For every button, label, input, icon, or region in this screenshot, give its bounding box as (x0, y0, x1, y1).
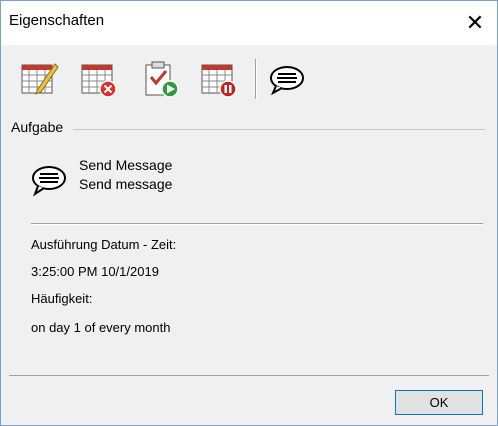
execution-label: Ausführung Datum - Zeit: (31, 237, 177, 252)
message-icon (29, 163, 69, 200)
title-bar: Eigenschaften ✕ (1, 1, 497, 45)
delete-schedule-icon[interactable] (77, 57, 121, 101)
ok-button[interactable]: OK (395, 390, 483, 415)
properties-dialog: Eigenschaften ✕ Aufgabe Send Message Sen… (0, 0, 498, 426)
toolbar (11, 51, 489, 115)
dialog-footer: OK (1, 375, 497, 425)
task-description: Send message (79, 176, 173, 192)
close-icon[interactable]: ✕ (453, 1, 497, 45)
pause-schedule-icon[interactable] (197, 57, 241, 101)
footer-divider (9, 375, 489, 376)
task-group: Aufgabe Send Message Send message Ausfüh… (11, 119, 487, 375)
edit-schedule-icon[interactable] (17, 57, 61, 101)
execution-value: 3:25:00 PM 10/1/2019 (31, 264, 159, 279)
task-name: Send Message (79, 157, 173, 173)
frequency-value: on day 1 of every month (31, 320, 171, 335)
group-label: Aufgabe (11, 119, 64, 135)
section-divider (31, 223, 483, 225)
run-task-icon[interactable] (139, 57, 183, 101)
speech-bubble-icon[interactable] (265, 57, 309, 101)
frequency-label: Häufigkeit: (31, 291, 93, 306)
group-divider (73, 129, 485, 130)
window-title: Eigenschaften (9, 12, 105, 29)
toolbar-separator (255, 59, 257, 99)
